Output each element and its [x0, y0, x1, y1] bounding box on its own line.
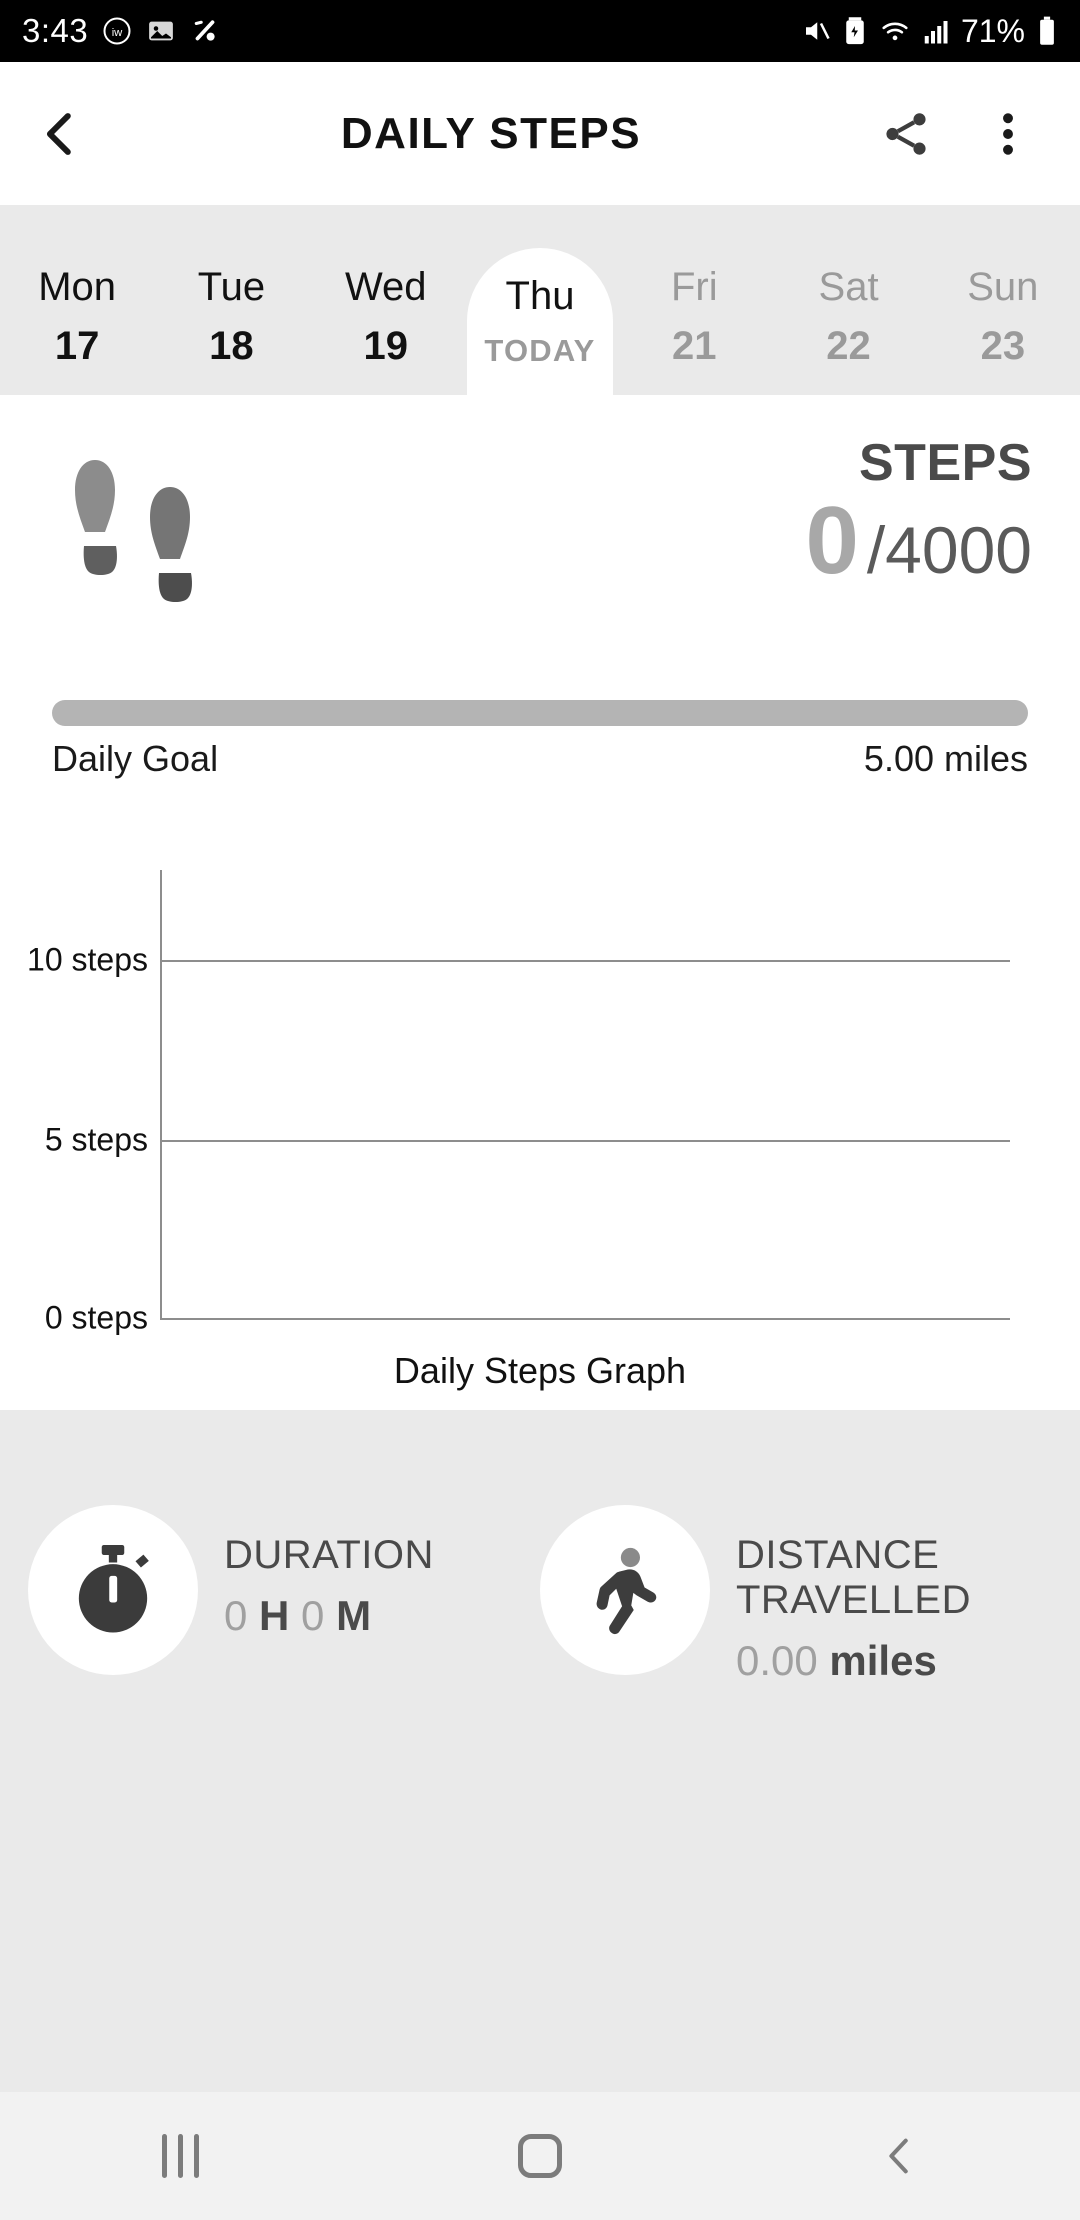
progress-labels: Daily Goal 5.00 miles — [52, 738, 1028, 780]
progress-bar-track — [52, 700, 1028, 726]
day-tab-sat[interactable]: Sat 22 — [771, 205, 925, 395]
chart-y-axis — [160, 870, 162, 1320]
chart-ytick-0: 0 steps — [44, 1299, 148, 1336]
steps-value: 0 — [805, 487, 859, 594]
page-title: DAILY STEPS — [340, 108, 642, 158]
duration-hours: 0 — [224, 1591, 248, 1639]
steps-summary: STEPS 0 /4000 — [0, 395, 1080, 675]
footprints-icon — [75, 460, 192, 602]
day-value: 17 — [54, 324, 100, 368]
selected-day-highlight — [466, 248, 613, 395]
daily-steps-chart: 10 steps 5 steps 0 steps Daily Steps Gra… — [0, 855, 1080, 1395]
image-icon — [146, 16, 176, 46]
duration-minutes-unit: M — [336, 1591, 372, 1639]
mute-icon — [801, 16, 831, 46]
app-header: DAILY STEPS — [0, 62, 1080, 205]
recents-icon — [161, 2134, 199, 2178]
day-name: Thu — [505, 274, 575, 318]
day-name: Sat — [818, 265, 879, 309]
app-screen: 3:43 iw 71% DAILY STEPS Mon 17 Tue 18 We… — [0, 0, 1080, 2220]
chart-ytick-5: 5 steps — [44, 1121, 148, 1158]
header-actions — [868, 62, 1080, 205]
distance-icon-circle — [540, 1505, 710, 1675]
back-icon — [889, 2138, 908, 2174]
walking-person-icon — [596, 1547, 657, 1635]
more-options-button[interactable] — [970, 62, 1046, 205]
distance-value-row: 0.00 miles — [736, 1637, 971, 1685]
battery-percent-label: 71% — [960, 12, 1025, 49]
steps-counter: STEPS 0 /4000 — [805, 437, 1032, 589]
nav-recents-button[interactable] — [0, 2134, 360, 2178]
day-value: 23 — [980, 324, 1026, 368]
stopwatch-icon — [78, 1545, 149, 1633]
day-name: Sun — [967, 265, 1039, 309]
chart-plot-area: 10 steps 5 steps 0 steps — [27, 870, 1010, 1336]
day-selector: Mon 17 Tue 18 Wed 19 Thu TODAY Fri 21 Sa… — [0, 205, 1080, 395]
distance-value: 0.00 — [736, 1636, 818, 1684]
daily-goal-distance: 5.00 miles — [863, 738, 1028, 779]
duration-text: DURATION 0 H 0 M — [198, 1505, 434, 1640]
day-tab-tue[interactable]: Tue 18 — [154, 205, 308, 395]
share-button[interactable] — [868, 62, 944, 205]
daily-goal-label: Daily Goal — [52, 738, 219, 779]
battery-saver-icon — [842, 16, 868, 46]
distance-unit: miles — [829, 1636, 937, 1684]
home-icon — [518, 2134, 562, 2178]
stats-row: DURATION 0 H 0 M DISTANCE TRAVELLED 0.00… — [0, 1505, 1080, 1685]
battery-icon — [1036, 16, 1058, 46]
day-tab-mon[interactable]: Mon 17 — [0, 205, 154, 395]
chart-gridline-5 — [160, 1140, 1010, 1142]
day-value: 19 — [363, 324, 408, 368]
chart-caption: Daily Steps Graph — [393, 1350, 687, 1391]
day-name: Wed — [344, 265, 427, 309]
chart-gridline-0 — [160, 1318, 1010, 1320]
day-name: Tue — [197, 265, 266, 309]
chevron-left-icon — [46, 112, 71, 155]
day-tab-thu-selected[interactable]: Thu TODAY — [463, 205, 617, 395]
day-tab-sun[interactable]: Sun 23 — [926, 205, 1080, 395]
steps-values: 0 /4000 — [805, 493, 1032, 589]
duration-minutes: 0 — [301, 1591, 325, 1639]
percent-icon — [190, 16, 220, 46]
iw-badge-icon: iw — [102, 16, 132, 46]
duration-value: 0 H 0 M — [224, 1592, 434, 1640]
signal-icon — [922, 16, 950, 46]
share-icon — [886, 112, 926, 155]
day-value: 21 — [672, 324, 717, 368]
nav-home-button[interactable] — [360, 2134, 720, 2178]
steps-label: STEPS — [859, 434, 1032, 492]
status-bar-left: 3:43 iw — [22, 12, 220, 50]
day-tab-wed[interactable]: Wed 19 — [309, 205, 463, 395]
duration-title: DURATION — [224, 1533, 434, 1577]
daily-goal-progress: Daily Goal 5.00 miles — [0, 700, 1080, 780]
overflow-menu-icon — [1003, 112, 1013, 155]
stats-panel: DURATION 0 H 0 M DISTANCE TRAVELLED 0.00… — [0, 1410, 1080, 2092]
status-bar-right: 71% — [801, 13, 1058, 50]
nav-back-button[interactable] — [720, 2133, 1080, 2179]
day-value: 18 — [209, 324, 254, 368]
distance-stat[interactable]: DISTANCE TRAVELLED 0.00 miles — [540, 1505, 1060, 1685]
steps-goal: /4000 — [866, 513, 1032, 587]
chart-ytick-10: 10 steps — [27, 941, 148, 978]
chart-gridline-10 — [160, 960, 1010, 962]
distance-title-line1: DISTANCE — [736, 1533, 940, 1577]
status-bar-clock: 3:43 — [22, 12, 89, 49]
duration-hours-unit: H — [259, 1591, 290, 1639]
day-name: Mon — [38, 265, 117, 309]
day-name: Fri — [670, 265, 718, 309]
distance-text: DISTANCE TRAVELLED 0.00 miles — [710, 1505, 971, 1685]
status-bar: 3:43 iw 71% — [0, 0, 1080, 62]
duration-icon-circle — [28, 1505, 198, 1675]
day-value: TODAY — [484, 333, 596, 368]
svg-text:iw: iw — [112, 27, 123, 39]
day-tab-fri[interactable]: Fri 21 — [617, 205, 771, 395]
duration-stat[interactable]: DURATION 0 H 0 M — [28, 1505, 528, 1685]
back-button[interactable] — [0, 62, 120, 205]
distance-title-line2: TRAVELLED — [736, 1577, 971, 1622]
android-nav-bar — [0, 2092, 1080, 2220]
day-value: 22 — [826, 324, 871, 368]
wifi-icon — [879, 16, 911, 46]
